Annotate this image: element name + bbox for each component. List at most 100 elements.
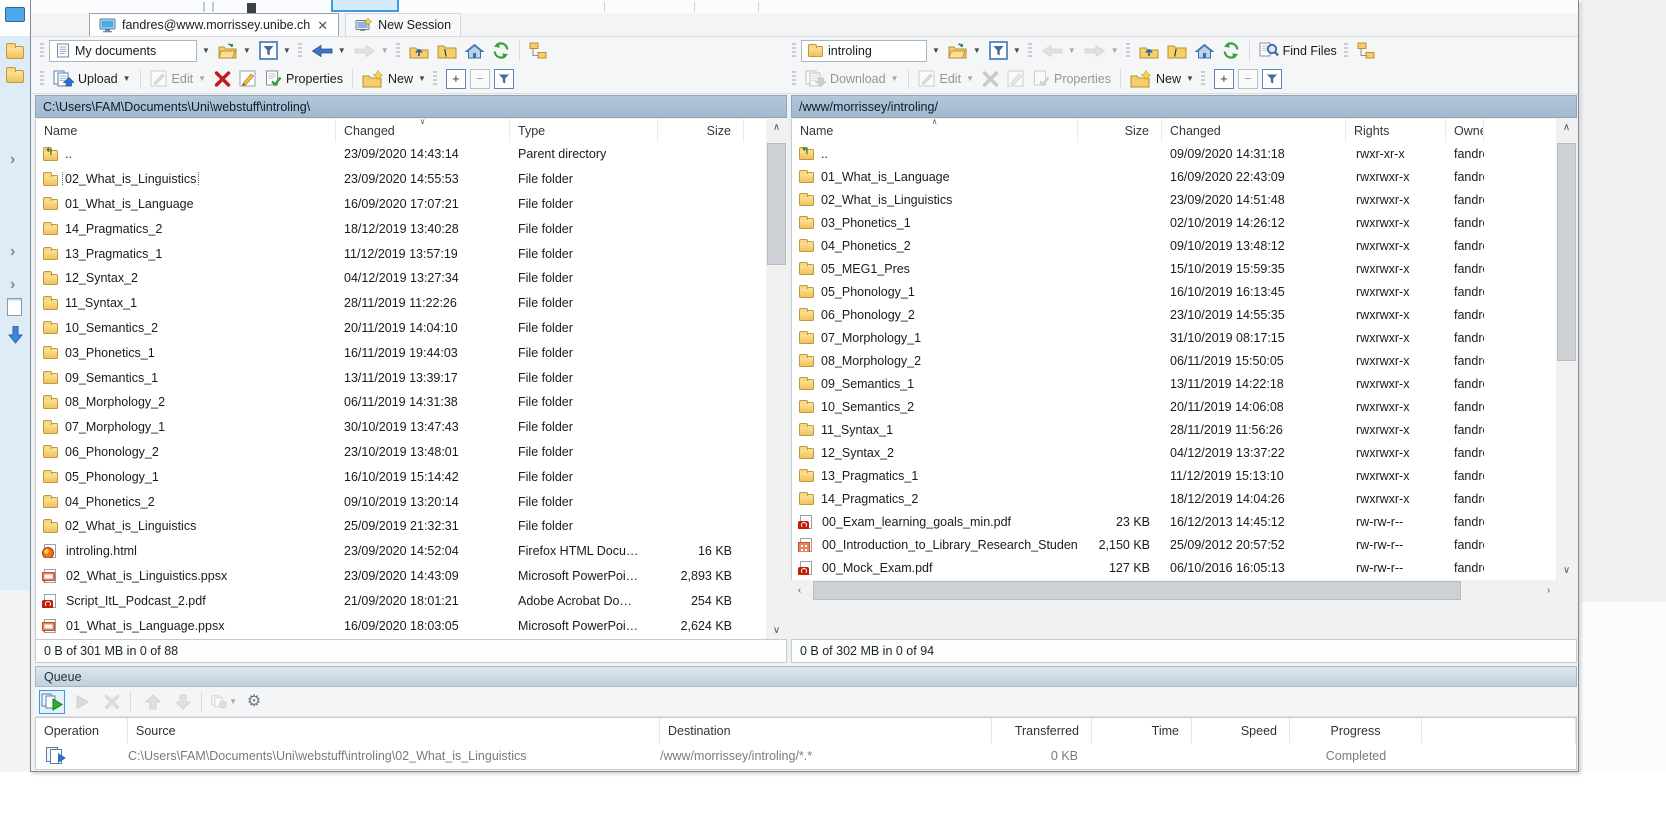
new-session-tab[interactable]: New Session [345,13,461,36]
scrollbar-thumb[interactable] [1557,143,1576,361]
queue-header-transferred[interactable]: Transferred [992,718,1092,743]
home-directory-button[interactable] [1191,41,1218,61]
toolbar-grip[interactable] [298,43,302,59]
file-row[interactable]: ..09/09/2020 14:31:18rwxr-xr-xfandres [792,142,1556,165]
parent-directory-button[interactable] [1135,41,1163,61]
file-row[interactable]: 05_Phonology_116/10/2019 15:14:42File fo… [36,464,786,489]
file-row[interactable]: 10_Semantics_220/11/2019 14:04:10File fo… [36,316,786,341]
open-directory-button[interactable]: ▼ [214,41,255,61]
file-row[interactable]: 14_Pragmatics_218/12/2019 14:04:26rwxrwx… [792,487,1556,510]
queue-header-time[interactable]: Time [1092,718,1192,743]
toolbar-grip[interactable] [1201,71,1205,87]
back-dropdown-arrow[interactable]: ▼ [338,46,346,55]
expand-button[interactable]: + [446,69,466,89]
column-header-changed[interactable]: Changed [1162,119,1346,142]
upload-button[interactable]: Upload ▼ [49,68,135,89]
toolbar-grip[interactable] [1028,43,1032,59]
local-vertical-scrollbar[interactable]: ∧ ∨ [766,119,787,639]
filter-button[interactable]: ▼ [255,39,295,62]
move-up-button[interactable] [140,690,166,714]
edit-dropdown-arrow[interactable]: ▼ [198,74,206,83]
scroll-down-icon[interactable]: ∨ [766,622,787,639]
parent-directory-button[interactable] [405,41,433,61]
directory-dropdown-arrow[interactable]: ▼ [932,46,940,55]
file-row[interactable]: 05_MEG1_Pres15/10/2019 15:59:35rwxrwxr-x… [792,257,1556,280]
file-row[interactable]: 05_Phonology_116/10/2019 16:13:45rwxrwxr… [792,280,1556,303]
refresh-button[interactable] [488,40,514,61]
session-tab[interactable]: fandres@www.morrissey.unibe.ch ✕ [89,13,339,36]
file-row[interactable]: introling.html23/09/2020 14:52:04Firefox… [36,539,786,564]
toolbar-grip[interactable] [792,43,796,59]
new-dropdown-arrow[interactable]: ▼ [418,74,426,83]
rename-button[interactable] [235,68,261,89]
file-row[interactable]: 00_Exam_learning_goals_min.pdf23 KB16/12… [792,510,1556,533]
file-row[interactable]: 04_Phonetics_209/10/2019 13:20:14File fo… [36,489,786,514]
column-header-name[interactable]: Name [36,119,336,142]
file-row[interactable]: 08_Morphology_206/11/2019 14:31:38File f… [36,390,786,415]
find-files-button[interactable]: Find Files [1255,40,1341,61]
file-row[interactable]: 01_What_is_Language.ppsx16/09/2020 18:03… [36,613,786,638]
back-button[interactable]: ▼ [307,42,350,60]
open-directory-dropdown-arrow[interactable]: ▼ [973,46,981,55]
queue-items-dropdown-arrow[interactable]: ▼ [229,697,237,706]
refresh-button[interactable] [1218,40,1244,61]
open-directory-dropdown-arrow[interactable]: ▼ [243,46,251,55]
toolbar-grip[interactable] [1126,43,1130,59]
file-row[interactable]: 13_Pragmatics_111/12/2019 13:57:19File f… [36,241,786,266]
queue-preferences-button[interactable]: ⚙ [241,690,267,714]
queue-header-source[interactable]: Source [128,718,660,743]
local-directory-selector[interactable]: My documents [49,40,197,62]
file-row[interactable]: 06_Phonology_223/10/2019 13:48:01File fo… [36,440,786,465]
delete-button[interactable] [210,69,235,89]
column-header-changed[interactable]: ∨Changed [336,119,510,142]
file-row[interactable]: 12_Syntax_204/12/2019 13:27:34File folde… [36,266,786,291]
column-header-size[interactable]: Size [1078,119,1162,142]
file-row[interactable]: 09_Semantics_113/11/2019 13:39:17File fo… [36,365,786,390]
show-queue-button[interactable] [39,690,65,714]
upload-dropdown-arrow[interactable]: ▼ [123,74,131,83]
scroll-left-icon[interactable]: ‹ [791,580,808,601]
file-row[interactable]: 02_What_is_Linguistics23/09/2020 14:51:4… [792,188,1556,211]
toolbar-grip[interactable] [40,43,44,59]
open-directory-button[interactable]: ▼ [944,41,985,61]
toolbar-grip[interactable] [40,71,44,87]
directory-tree-button[interactable] [1353,40,1379,61]
remote-directory-selector[interactable]: introling [801,40,927,62]
file-row[interactable]: 00_Mock_Exam.pdf127 KB06/10/2016 16:05:1… [792,556,1556,579]
download-dropdown-arrow[interactable]: ▼ [891,74,899,83]
file-row[interactable]: 02_What_is_Linguistics25/09/2019 21:32:3… [36,514,786,539]
file-row[interactable]: 14_Pragmatics_218/12/2019 13:40:28File f… [36,216,786,241]
file-row[interactable]: 11_Syntax_128/11/2019 11:56:26rwxrwxr-xf… [792,418,1556,441]
new-button[interactable]: New ▼ [358,68,430,90]
forward-button[interactable]: ▼ [350,42,393,60]
expand-button[interactable]: + [1214,69,1234,89]
toolbar-grip[interactable] [1344,43,1348,59]
toolbar-grip[interactable] [433,71,437,87]
new-button[interactable]: New ▼ [1126,68,1198,90]
file-row[interactable]: 06_Phonology_223/10/2019 14:55:35rwxrwxr… [792,303,1556,326]
root-directory-button[interactable]: / [1163,41,1191,61]
column-header-size[interactable]: Size [658,119,744,142]
back-dropdown-arrow[interactable]: ▼ [1068,46,1076,55]
collapse-button[interactable]: − [1238,69,1258,89]
scroll-right-icon[interactable]: › [1540,580,1557,601]
file-row[interactable]: 10_Semantics_220/11/2019 14:06:08rwxrwxr… [792,395,1556,418]
new-dropdown-arrow[interactable]: ▼ [1186,74,1194,83]
properties-button[interactable]: Properties [261,68,347,89]
filter-box-button[interactable] [494,69,514,89]
queue-header-speed[interactable]: Speed [1192,718,1290,743]
file-row[interactable]: 01_What_is_Language16/09/2020 17:07:21Fi… [36,192,786,217]
directory-dropdown-arrow[interactable]: ▼ [202,46,210,55]
file-row[interactable]: Script_ItL_Podcast_2.pdf21/09/2020 18:01… [36,588,786,613]
toolbar-grip[interactable] [792,71,796,87]
filter-dropdown-arrow[interactable]: ▼ [1013,46,1021,55]
column-header-rights[interactable]: Rights [1346,119,1446,142]
column-header-owner[interactable]: Owner [1446,119,1484,142]
queue-items-button[interactable]: ▼ [211,690,237,714]
queue-row[interactable]: C:\Users\FAM\Documents\Uni\webstuff\intr… [36,743,1576,769]
file-row[interactable]: 07_Morphology_131/10/2019 08:17:15rwxrwx… [792,326,1556,349]
forward-dropdown-arrow[interactable]: ▼ [381,46,389,55]
file-row[interactable]: 03_Phonetics_116/11/2019 19:44:03File fo… [36,340,786,365]
file-row[interactable]: 02_What_is_Linguistics.ppsx23/09/2020 14… [36,564,786,589]
file-row[interactable]: 11_Syntax_128/11/2019 11:22:26File folde… [36,291,786,316]
